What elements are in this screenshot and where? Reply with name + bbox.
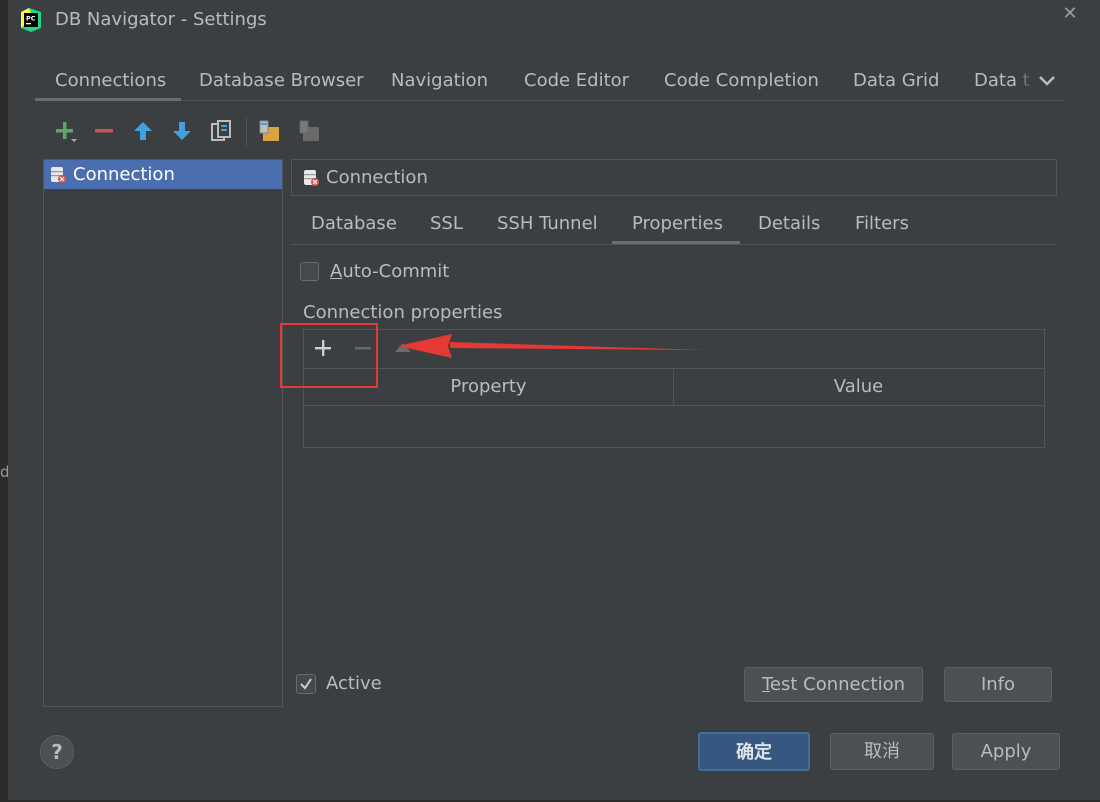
connection-list	[43, 159, 283, 707]
auto-commit-mnemonic: A	[330, 261, 343, 282]
selected-tab-indicator	[35, 98, 181, 101]
selected-sub-tab-indicator	[612, 241, 740, 244]
tab-properties[interactable]: Properties	[632, 213, 723, 234]
import-connections-icon[interactable]	[258, 119, 282, 143]
apply-button[interactable]: Apply	[952, 733, 1060, 770]
tab-data-grid[interactable]: Data Grid	[853, 70, 939, 91]
connection-properties-label: Connection properties	[303, 302, 503, 323]
pycharm-logo-icon: PC	[21, 8, 41, 32]
tab-bar-divider	[35, 100, 1065, 101]
sub-tab-bar-divider	[291, 244, 1057, 245]
tab-connections[interactable]: Connections	[55, 70, 166, 91]
copy-icon[interactable]	[209, 119, 233, 143]
cancel-button[interactable]: 取消	[830, 733, 934, 770]
tab-database[interactable]: Database	[311, 213, 397, 234]
toolbar-separator	[246, 118, 247, 146]
export-connections-icon[interactable]	[298, 119, 322, 143]
annotation-highlight-box	[280, 323, 378, 388]
test-connection-button[interactable]: Test Connection	[744, 667, 923, 702]
move-up-icon[interactable]	[131, 119, 155, 143]
remove-icon[interactable]	[92, 119, 116, 143]
test-connection-mnemonic: T	[761, 674, 770, 695]
database-icon	[51, 167, 66, 183]
background-editor-strip	[0, 0, 8, 800]
auto-commit-checkbox[interactable]	[300, 262, 319, 281]
tab-ssl[interactable]: SSL	[430, 213, 463, 234]
ok-button[interactable]: 确定	[698, 732, 810, 771]
chevron-down-icon[interactable]	[1036, 70, 1058, 92]
annotation-arrow	[398, 334, 705, 358]
tab-code-editor[interactable]: Code Editor	[524, 70, 629, 91]
svg-text:PC: PC	[26, 15, 36, 23]
test-connection-label-rest: est Connection	[769, 674, 906, 695]
tab-database-browser[interactable]: Database Browser	[199, 70, 364, 91]
database-icon	[304, 170, 319, 186]
close-icon[interactable]: ✕	[1060, 4, 1080, 24]
column-header-value[interactable]: Value	[674, 369, 1043, 405]
tab-overflow-fade	[1014, 66, 1034, 98]
move-down-icon[interactable]	[170, 119, 194, 143]
tab-navigation[interactable]: Navigation	[391, 70, 488, 91]
auto-commit-label: Auto-Commit	[330, 261, 449, 282]
window-title: DB Navigator - Settings	[55, 9, 267, 30]
tab-details[interactable]: Details	[758, 213, 820, 234]
help-button[interactable]: ?	[40, 735, 74, 769]
auto-commit-label-rest: uto-Commit	[342, 261, 450, 282]
tab-ssh-tunnel[interactable]: SSH Tunnel	[497, 213, 598, 234]
connection-list-item-label: Connection	[73, 164, 175, 185]
info-button[interactable]: Info	[944, 667, 1052, 702]
connection-header-label: Connection	[326, 167, 428, 188]
add-icon[interactable]	[53, 119, 77, 143]
tab-filters[interactable]: Filters	[855, 213, 909, 234]
active-checkbox[interactable]	[296, 674, 316, 694]
tab-code-completion[interactable]: Code Completion	[664, 70, 819, 91]
active-label: Active	[326, 673, 382, 694]
checkmark-icon	[300, 678, 312, 690]
